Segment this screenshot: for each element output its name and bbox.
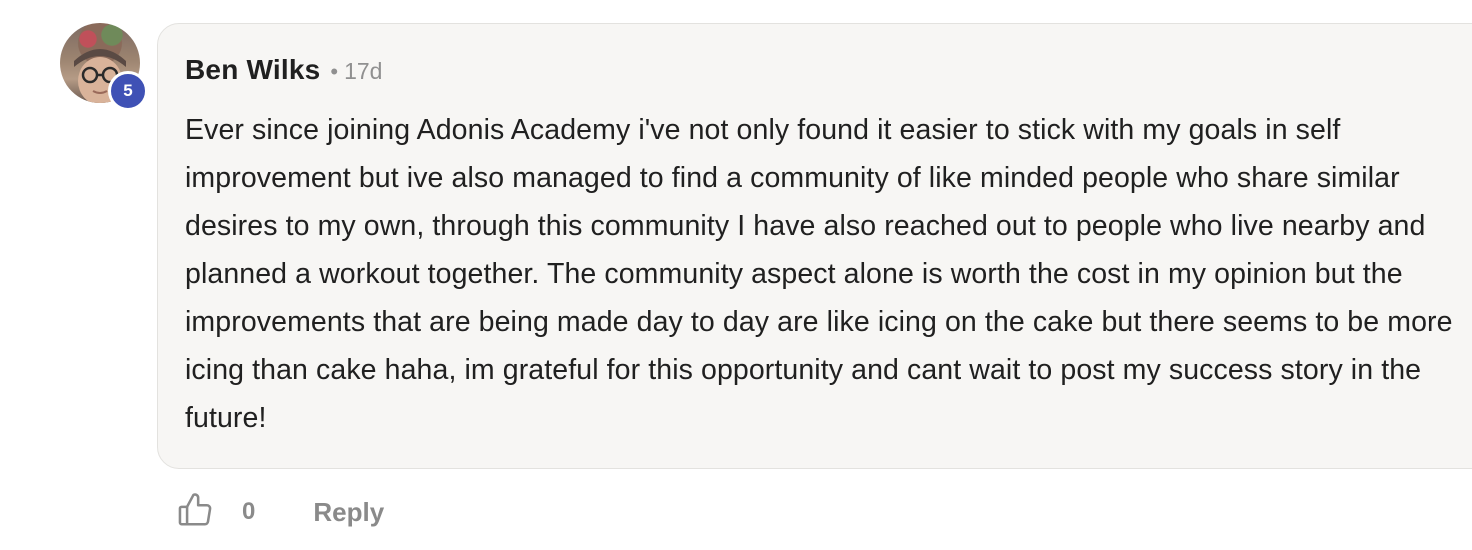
reply-button[interactable]: Reply (313, 497, 384, 528)
comment-card: 5 Ben Wilks • 17d Ever since joining Ado… (0, 0, 1472, 550)
author-name[interactable]: Ben Wilks (185, 54, 320, 86)
like-button[interactable]: 0 (176, 491, 255, 534)
comment-header: Ben Wilks • 17d (185, 54, 382, 86)
comment-body: Ever since joining Adonis Academy i've n… (185, 114, 1453, 434)
timestamp[interactable]: 17d (344, 58, 382, 85)
like-count: 0 (242, 498, 256, 525)
comment-bubble: Ben Wilks • 17d Ever since joining Adoni… (157, 23, 1472, 469)
comment-actions: 0 Reply (176, 490, 384, 534)
separator-dot: • (330, 59, 339, 84)
level-badge: 5 (108, 71, 148, 111)
thumbs-up-icon[interactable] (176, 491, 214, 534)
avatar-container[interactable]: 5 (60, 23, 148, 111)
